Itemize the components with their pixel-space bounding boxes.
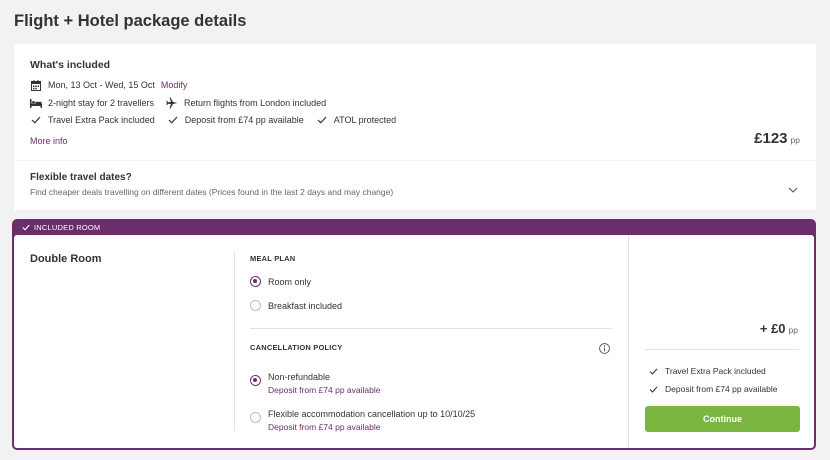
cancellation-option-deposit: Deposit from £74 pp available <box>268 385 381 395</box>
calendar-icon <box>30 79 42 91</box>
radio-unselected[interactable] <box>250 412 261 423</box>
meal-option-label: Room only <box>268 276 312 287</box>
cancellation-policy-heading: CANCELLATION POLICY <box>250 343 343 352</box>
chevron-down-icon <box>788 180 798 198</box>
radio-selected[interactable] <box>250 375 261 386</box>
page-title: Flight + Hotel package details <box>14 12 247 30</box>
flights-info: Return flights from London included <box>184 98 327 108</box>
travel-dates: Mon, 13 Oct - Wed, 15 Oct <box>48 80 155 90</box>
benefit-row: Deposit from £74 pp available <box>647 383 777 395</box>
package-price: £123 pp <box>754 130 800 147</box>
check-icon <box>316 114 328 126</box>
cancellation-option-non-refundable[interactable]: Non-refundable Deposit from £74 pp avail… <box>250 372 380 395</box>
check-icon <box>30 114 42 126</box>
check-icon <box>647 365 659 377</box>
bed-icon <box>30 97 42 109</box>
included-room-tag-label: INCLUDED ROOM <box>34 223 101 232</box>
included-room-tag: INCLUDED ROOM <box>22 223 100 232</box>
whats-included-card: What's included Mon, 13 Oct - Wed, 15 Oc… <box>14 44 816 160</box>
continue-button[interactable]: Continue <box>645 406 800 432</box>
room-name: Double Room <box>30 253 102 265</box>
cancellation-option-deposit: Deposit from £74 pp available <box>268 422 381 432</box>
meal-option-breakfast[interactable]: Breakfast included <box>250 300 342 311</box>
flexible-dates-heading: Flexible travel dates? <box>30 172 132 183</box>
room-summary-panel: + £0 pp Travel Extra Pack included Depos… <box>628 235 814 448</box>
check-icon <box>647 383 659 395</box>
dates-row: Mon, 13 Oct - Wed, 15 Oct Modify <box>30 79 187 91</box>
plane-icon <box>166 97 178 109</box>
cancellation-option-label: Non-refundable <box>268 372 331 382</box>
radio-unselected[interactable] <box>250 300 261 311</box>
cancellation-option-label: Flexible accommodation cancellation up t… <box>268 409 476 419</box>
room-content: Double Room MEAL PLAN Room only Breakfas… <box>14 235 814 448</box>
meal-option-room-only[interactable]: Room only <box>250 276 311 287</box>
meal-option-label: Breakfast included <box>268 300 343 311</box>
features-row: Travel Extra Pack included Deposit from … <box>30 114 396 126</box>
more-info-link[interactable]: More info <box>30 136 68 146</box>
section-divider <box>250 328 612 329</box>
feature-atol: ATOL protected <box>333 115 397 125</box>
benefit-label: Deposit from £74 pp available <box>665 384 778 394</box>
meal-plan-heading: MEAL PLAN <box>250 254 296 263</box>
check-icon <box>167 114 179 126</box>
feature-travel-extra: Travel Extra Pack included <box>48 115 155 125</box>
benefit-row: Travel Extra Pack included <box>647 365 766 377</box>
check-icon <box>22 224 30 231</box>
included-room-card: INCLUDED ROOM Double Room MEAL PLAN Room… <box>12 219 816 450</box>
room-price-value: + £0 <box>759 321 786 336</box>
benefit-label: Travel Extra Pack included <box>665 366 766 376</box>
modify-link[interactable]: Modify <box>161 80 188 90</box>
flexible-dates-toggle[interactable]: Flexible travel dates? Find cheaper deal… <box>14 161 816 210</box>
stay-info: 2-night stay for 2 travellers <box>48 98 155 108</box>
room-price: + £0 pp <box>760 321 798 336</box>
radio-selected[interactable] <box>250 276 261 287</box>
cancellation-option-flexible[interactable]: Flexible accommodation cancellation up t… <box>250 409 475 432</box>
summary-divider <box>645 349 799 350</box>
feature-deposit: Deposit from £74 pp available <box>184 115 304 125</box>
stay-row: 2-night stay for 2 travellers Return fli… <box>30 97 326 109</box>
package-price-value: £123 <box>754 130 788 147</box>
column-divider <box>234 251 235 431</box>
flexible-dates-description: Find cheaper deals travelling on differe… <box>30 187 394 197</box>
package-price-unit: pp <box>790 135 800 145</box>
whats-included-heading: What's included <box>30 59 111 71</box>
room-price-unit: pp <box>788 325 798 335</box>
info-icon[interactable] <box>599 341 610 359</box>
